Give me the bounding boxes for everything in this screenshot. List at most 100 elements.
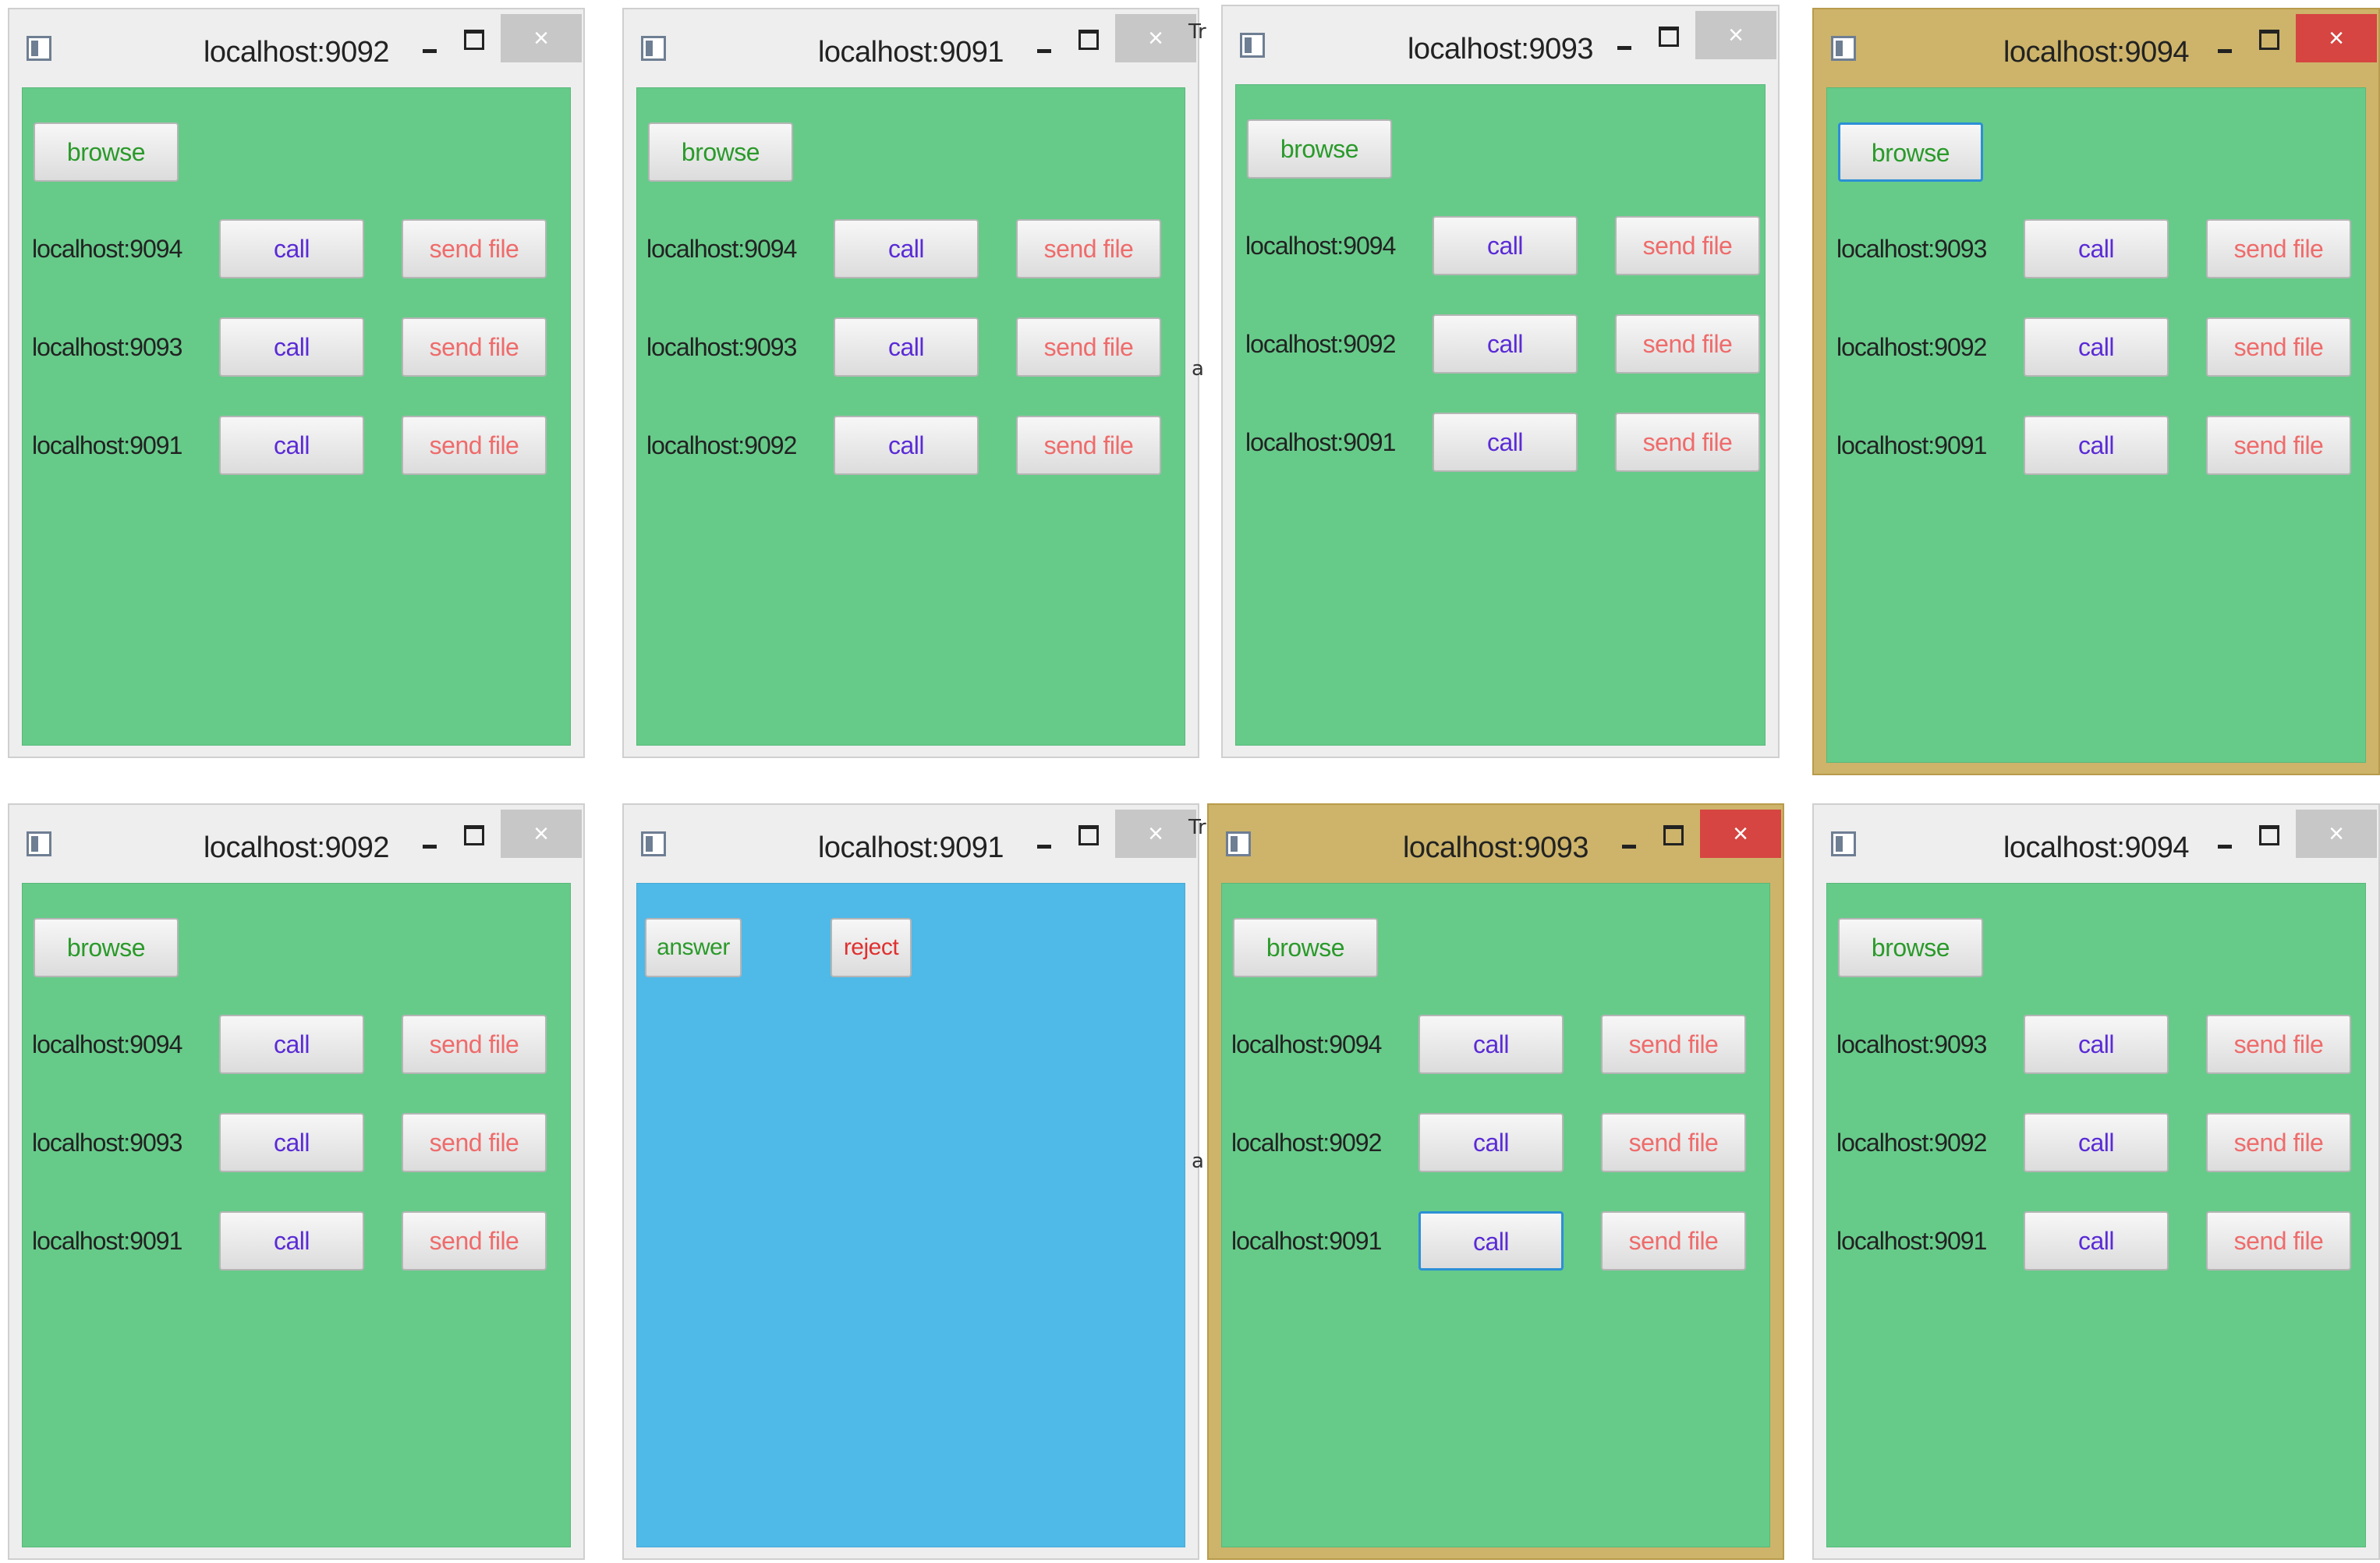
peer-host-label: localhost:9091 (1836, 431, 1987, 459)
call-button[interactable]: call (219, 1015, 364, 1074)
call-button[interactable]: call (1433, 216, 1578, 275)
maximize-button[interactable] (2252, 14, 2286, 62)
send-file-button[interactable]: send file (402, 416, 547, 475)
maximize-icon (1078, 825, 1099, 846)
maximize-button[interactable] (1071, 810, 1106, 858)
send-file-button[interactable]: send file (2206, 1113, 2351, 1172)
maximize-button[interactable] (2252, 810, 2286, 858)
minimize-icon (423, 844, 437, 849)
send-file-button[interactable]: send file (2206, 416, 2351, 475)
peer-host-label: localhost:9093 (1836, 235, 1987, 263)
browse-button[interactable]: browse (648, 122, 793, 182)
send-file-button[interactable]: send file (402, 219, 547, 278)
call-button[interactable]: call (2024, 317, 2169, 377)
call-button[interactable]: call (1418, 1113, 1564, 1172)
window-title: localhost:9092 (203, 831, 390, 864)
call-button[interactable]: call (1418, 1211, 1564, 1271)
send-file-button[interactable]: send file (1615, 314, 1760, 374)
app-window: localhost:9092 × browse localhost:9094 call s… (8, 803, 585, 1560)
call-button[interactable]: call (1418, 1015, 1564, 1074)
window-content: browse localhost:9094 call send file localho… (22, 883, 571, 1547)
send-file-button[interactable]: send file (402, 1113, 547, 1172)
maximize-button[interactable] (1656, 810, 1691, 858)
browse-button[interactable]: browse (1838, 122, 1983, 182)
title-bar[interactable]: localhost:9092 × (9, 805, 583, 877)
window-content: browse localhost:9094 call send file localho… (22, 87, 571, 746)
call-button[interactable]: call (1433, 314, 1578, 374)
call-button[interactable]: call (219, 416, 364, 475)
background-window-fragment: a (1192, 357, 1204, 381)
title-bar[interactable]: localhost:9091 × (624, 9, 1198, 81)
minimize-button[interactable] (1027, 820, 1061, 869)
send-file-button[interactable]: send file (1016, 219, 1161, 278)
send-file-button[interactable]: send file (1615, 413, 1760, 472)
minimize-button[interactable] (2208, 820, 2242, 869)
minimize-icon (423, 48, 437, 53)
send-file-button[interactable]: send file (2206, 1015, 2351, 1074)
close-button[interactable]: × (1700, 810, 1781, 858)
send-file-button[interactable]: send file (402, 1211, 547, 1271)
send-file-button[interactable]: send file (2206, 1211, 2351, 1271)
minimize-button[interactable] (1027, 25, 1061, 73)
call-button[interactable]: call (219, 1211, 364, 1271)
call-button[interactable]: call (2024, 1113, 2169, 1172)
close-button[interactable]: × (2296, 810, 2377, 858)
call-button[interactable]: call (219, 317, 364, 377)
title-bar[interactable]: localhost:9093 × (1209, 805, 1783, 877)
call-button[interactable]: call (834, 416, 979, 475)
title-bar[interactable]: localhost:9092 × (9, 9, 583, 81)
title-bar[interactable]: localhost:9091 × (624, 805, 1198, 877)
title-bar[interactable]: localhost:9094 × (1814, 9, 2378, 81)
minimize-button[interactable] (1612, 820, 1646, 869)
send-file-button[interactable]: send file (402, 317, 547, 377)
call-button[interactable]: call (2024, 219, 2169, 278)
close-button[interactable]: × (2296, 14, 2377, 62)
minimize-button[interactable] (1607, 22, 1642, 70)
close-button[interactable]: × (501, 810, 582, 858)
browse-button[interactable]: browse (1838, 918, 1983, 977)
close-button[interactable]: × (501, 14, 582, 62)
send-file-button[interactable]: send file (1016, 317, 1161, 377)
minimize-button[interactable] (2208, 25, 2242, 73)
close-button[interactable]: × (1115, 14, 1196, 62)
maximize-button[interactable] (457, 810, 491, 858)
maximize-button[interactable] (1652, 11, 1686, 59)
minimize-button[interactable] (413, 820, 447, 869)
maximize-button[interactable] (457, 14, 491, 62)
call-button[interactable]: call (2024, 1211, 2169, 1271)
window-title: localhost:9094 (2003, 831, 2190, 864)
minimize-icon (1617, 45, 1631, 50)
maximize-icon (464, 825, 484, 846)
browse-button[interactable]: browse (34, 918, 179, 977)
peer-host-label: localhost:9094 (32, 1030, 182, 1058)
minimize-button[interactable] (413, 25, 447, 73)
send-file-button[interactable]: send file (2206, 219, 2351, 278)
title-bar[interactable]: localhost:9093 × (1223, 6, 1778, 78)
send-file-button[interactable]: send file (2206, 317, 2351, 377)
answer-button[interactable]: answer (645, 918, 742, 977)
call-button[interactable]: call (1433, 413, 1578, 472)
call-button[interactable]: call (2024, 416, 2169, 475)
send-file-button[interactable]: send file (1016, 416, 1161, 475)
send-file-button[interactable]: send file (1615, 216, 1760, 275)
send-file-button[interactable]: send file (1601, 1211, 1746, 1271)
send-file-button[interactable]: send file (1601, 1113, 1746, 1172)
send-file-button[interactable]: send file (402, 1015, 547, 1074)
call-button[interactable]: call (834, 317, 979, 377)
window-title: localhost:9091 (817, 831, 1004, 864)
close-button[interactable]: × (1695, 11, 1776, 59)
call-button[interactable]: call (219, 219, 364, 278)
call-button[interactable]: call (2024, 1015, 2169, 1074)
reject-button[interactable]: reject (831, 918, 912, 977)
browse-button[interactable]: browse (1247, 119, 1392, 179)
browse-button[interactable]: browse (34, 122, 179, 182)
title-bar[interactable]: localhost:9094 × (1814, 805, 2378, 877)
send-file-button[interactable]: send file (1601, 1015, 1746, 1074)
app-window: localhost:9091 × answer reject (622, 803, 1199, 1560)
browse-button[interactable]: browse (1233, 918, 1378, 977)
close-button[interactable]: × (1115, 810, 1196, 858)
call-button[interactable]: call (834, 219, 979, 278)
call-button[interactable]: call (219, 1113, 364, 1172)
maximize-button[interactable] (1071, 14, 1106, 62)
close-icon: × (2329, 819, 2344, 849)
